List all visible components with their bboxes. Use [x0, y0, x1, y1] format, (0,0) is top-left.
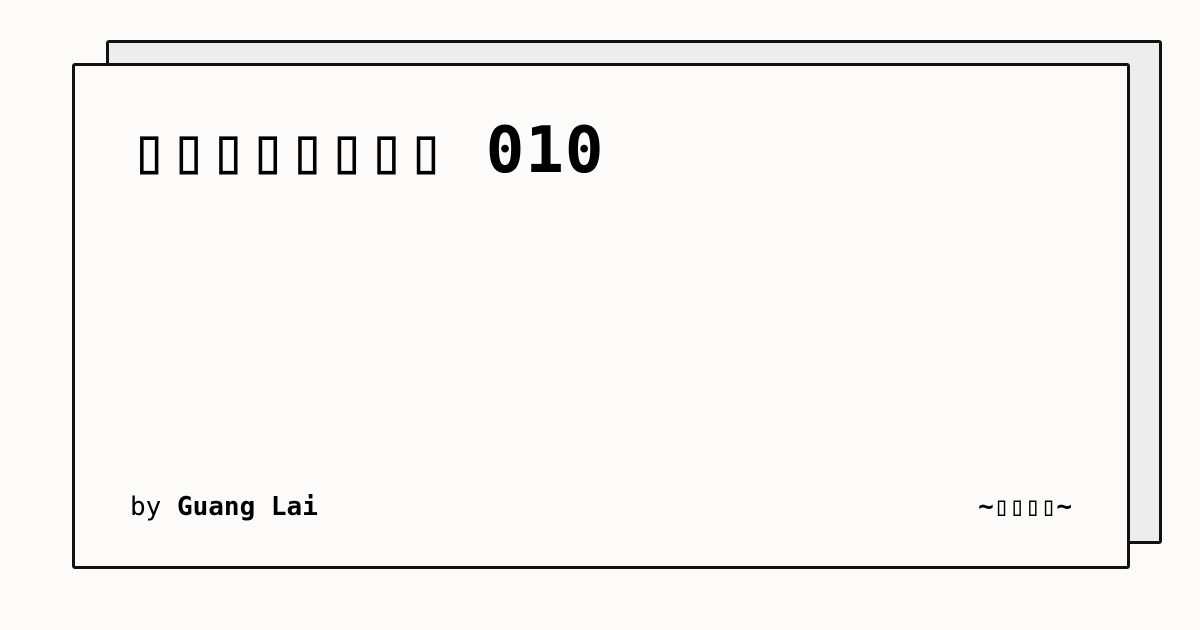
by-label: by: [130, 492, 162, 522]
title-card: ▯▯▯▯▯▯▯▯ 010 by Guang Lai ~▯▯▯▯~: [72, 63, 1130, 569]
byline: by Guang Lai: [130, 492, 318, 522]
page-title: ▯▯▯▯▯▯▯▯ 010: [130, 114, 605, 188]
author-name: Guang Lai: [176, 492, 318, 522]
site-tag: ~▯▯▯▯~: [978, 492, 1072, 522]
